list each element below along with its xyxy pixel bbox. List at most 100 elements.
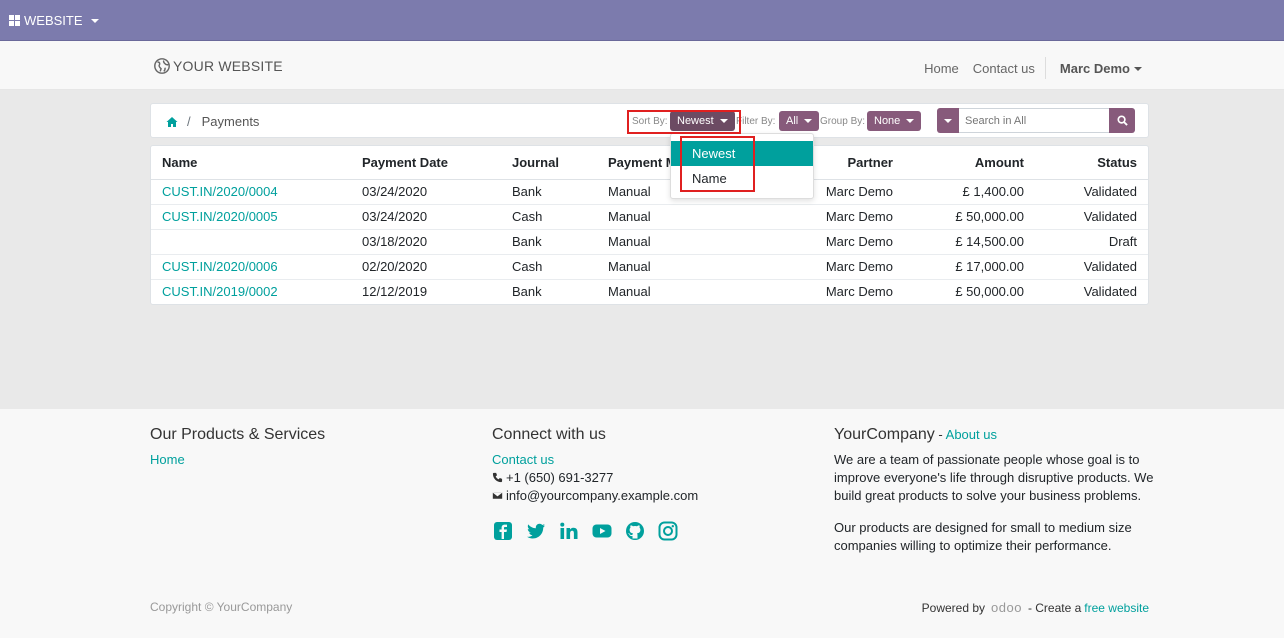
brand-name: YOUR WEBSITE xyxy=(173,58,283,74)
table-row[interactable]: CUST.IN/2020/0005 03/24/2020 Cash Manual… xyxy=(151,203,1148,229)
footer-home-link[interactable]: Home xyxy=(150,452,185,467)
facebook-icon[interactable] xyxy=(492,520,514,542)
social-links xyxy=(492,520,698,542)
payment-amount: £ 14,500.00 xyxy=(904,228,1035,254)
payment-name-link[interactable]: CUST.IN/2020/0005 xyxy=(151,203,351,229)
nav-home-link[interactable]: Home xyxy=(924,61,959,76)
payment-date: 03/24/2020 xyxy=(351,203,501,229)
user-menu[interactable]: Marc Demo xyxy=(1060,61,1142,76)
payment-amount: £ 50,000.00 xyxy=(904,278,1035,304)
caret-down-icon xyxy=(90,18,99,23)
payment-method: Manual xyxy=(597,203,757,229)
footer-company-description-2: Our products are designed for small to m… xyxy=(834,520,1132,553)
search-category-button[interactable] xyxy=(937,108,959,133)
footer-powered-by: Powered by odoo - Create a free website xyxy=(922,600,1149,615)
create-text: - Create a xyxy=(1027,600,1082,615)
caret-down-icon xyxy=(719,119,728,123)
payment-journal: Bank xyxy=(512,184,542,199)
sort-by-value: Newest xyxy=(677,115,714,127)
breadcrumb-bar: / Payments Sort By: Newest Filter By: Al… xyxy=(150,103,1149,138)
footer-phone-text: +1 (650) 691-3277 xyxy=(506,470,614,485)
payment-journal: Bank xyxy=(501,228,597,254)
payment-date: 02/20/2020 xyxy=(351,253,501,279)
payment-date: 03/18/2020 xyxy=(351,228,501,254)
site-header: YOUR WEBSITE Home Contact us Marc Demo xyxy=(0,41,1284,90)
github-icon[interactable] xyxy=(624,520,646,542)
sort-option-name[interactable]: Name xyxy=(671,166,813,191)
caret-down-icon xyxy=(1134,67,1142,72)
footer-products-title: Our Products & Services xyxy=(150,426,326,443)
payment-status: Validated xyxy=(1035,253,1148,279)
table-header-row: Name Payment Date Journal Payment M Part… xyxy=(151,146,1148,180)
payment-amount: £ 50,000.00 xyxy=(904,203,1035,229)
youtube-icon[interactable] xyxy=(591,520,613,542)
footer-company-title-separator: - xyxy=(934,427,946,442)
odoo-logo[interactable]: odoo xyxy=(991,600,1022,615)
payment-amount: £ 1,400.00 xyxy=(962,184,1024,199)
col-payment-date: Payment Date xyxy=(351,146,501,180)
table-row[interactable]: CUST.IN/2020/0004 03/24/2020 Bank Manual… xyxy=(151,179,1148,204)
main-nav: Home Contact us Marc Demo xyxy=(910,57,1142,79)
payment-name-link[interactable]: CUST.IN/2019/0002 xyxy=(151,278,351,304)
payment-partner: Marc Demo xyxy=(757,228,904,254)
site-footer: Our Products & Services Home Connect wit… xyxy=(0,409,1284,638)
twitter-icon[interactable] xyxy=(525,520,547,542)
caret-down-icon xyxy=(804,119,813,123)
powered-by-text: Powered by xyxy=(921,600,986,615)
table-row[interactable]: CUST.IN/2019/0002 12/12/2019 Bank Manual… xyxy=(151,278,1148,304)
footer-company-heading: YourCompany - About us xyxy=(834,426,1154,444)
free-website-link[interactable]: free website xyxy=(1084,601,1149,615)
footer-phone: +1 (650) 691-3277 xyxy=(492,469,698,487)
sort-option-newest[interactable]: Newest xyxy=(671,141,813,166)
payment-name-link[interactable]: CUST.IN/2020/0004 xyxy=(151,179,351,204)
breadcrumb-current: Payments xyxy=(201,114,260,129)
search-group xyxy=(937,108,1135,133)
caret-down-icon xyxy=(944,118,952,123)
footer-contact-link[interactable]: Contact us xyxy=(492,452,554,467)
payment-date: 03/24/2020 xyxy=(362,184,428,199)
sort-by-button[interactable]: Newest xyxy=(670,111,735,131)
table-row[interactable]: CUST.IN/2020/0006 02/20/2020 Cash Manual… xyxy=(151,253,1148,279)
sort-by-dropdown-menu: Newest Name xyxy=(670,133,814,199)
website-menu-button[interactable]: WEBSITE xyxy=(9,13,99,28)
payment-method: Manual xyxy=(597,228,757,254)
payment-status: Validated xyxy=(1035,203,1148,229)
linkedin-icon[interactable] xyxy=(558,520,580,542)
admin-topbar: WEBSITE xyxy=(0,0,1284,41)
user-name: Marc Demo xyxy=(1059,60,1130,76)
globe-icon xyxy=(154,58,170,74)
payments-table-container: Name Payment Date Journal Payment M Part… xyxy=(150,145,1149,305)
search-icon xyxy=(1116,115,1128,126)
nav-contact-link[interactable]: Contact us xyxy=(973,61,1035,76)
col-journal: Journal xyxy=(501,146,597,180)
envelope-icon xyxy=(492,491,503,500)
group-by-button[interactable]: None xyxy=(867,111,922,131)
breadcrumb: / Payments xyxy=(166,114,259,129)
table-row[interactable]: 03/18/2020 Bank Manual Marc Demo £ 14,50… xyxy=(151,228,1148,254)
search-button[interactable] xyxy=(1109,108,1135,133)
caret-down-icon xyxy=(906,119,915,123)
group-by-value: None xyxy=(874,115,901,127)
search-input[interactable] xyxy=(959,108,1109,133)
sort-by-label: Sort By: xyxy=(632,116,668,127)
phone-icon xyxy=(492,472,503,483)
payment-name-link[interactable]: CUST.IN/2020/0006 xyxy=(151,253,351,279)
payment-journal: Cash xyxy=(501,203,597,229)
apps-grid-icon xyxy=(9,15,20,26)
footer-email-text: info@yourcompany.example.com xyxy=(506,488,699,503)
payment-status: Validated xyxy=(1083,184,1137,199)
footer-products-column: Our Products & Services Home xyxy=(150,426,325,469)
home-icon[interactable] xyxy=(166,116,178,128)
brand-logo[interactable]: YOUR WEBSITE xyxy=(153,57,283,75)
filter-by-value: All xyxy=(786,115,799,127)
group-by-label: Group By: xyxy=(820,116,866,127)
payment-name-link[interactable] xyxy=(151,228,351,254)
payment-journal: Bank xyxy=(501,278,597,304)
payment-amount: £ 17,000.00 xyxy=(904,253,1035,279)
payment-method: Manual xyxy=(597,278,757,304)
footer-company-description: We are a team of passionate people whose… xyxy=(834,452,1154,503)
footer-about-link[interactable]: About us xyxy=(946,427,997,442)
filter-by-button[interactable]: All xyxy=(779,111,820,131)
payment-date: 12/12/2019 xyxy=(351,278,501,304)
instagram-icon[interactable] xyxy=(657,520,679,542)
